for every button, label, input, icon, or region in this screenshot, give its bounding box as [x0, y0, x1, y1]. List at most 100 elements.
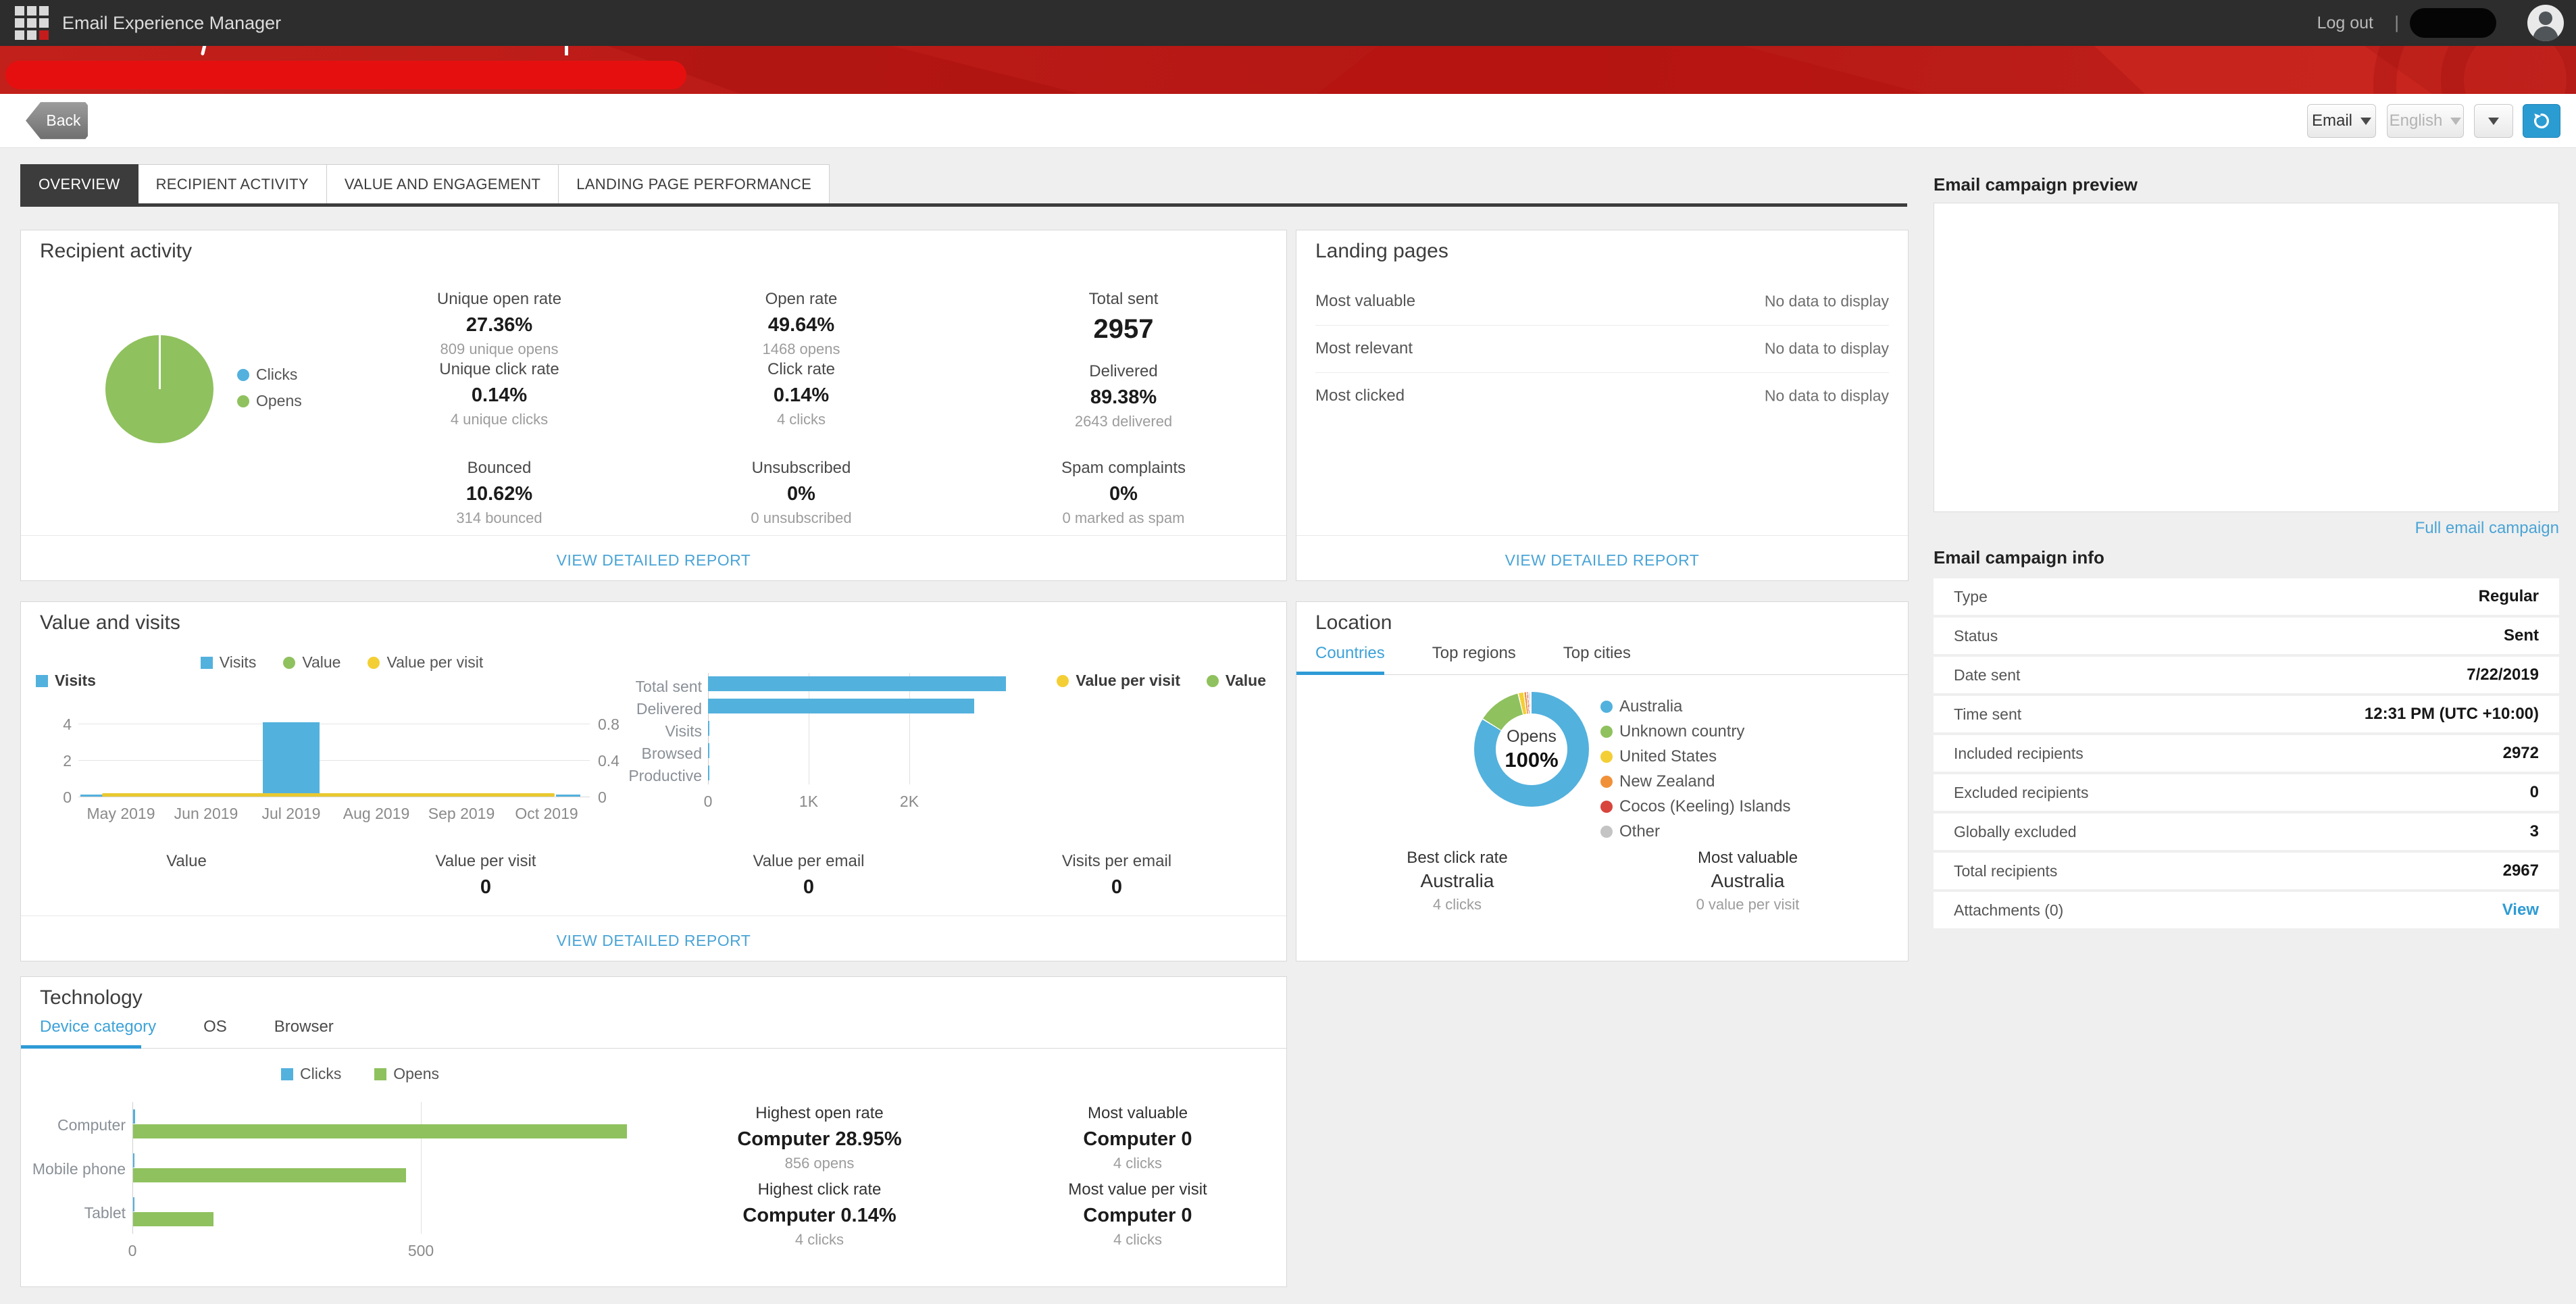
tab-landing-page-performance[interactable]: LANDING PAGE PERFORMANCE — [559, 164, 830, 203]
full-email-campaign-link[interactable]: Full email campaign — [2415, 519, 2559, 538]
legend-label: Visits — [220, 653, 257, 671]
avatar[interactable] — [2527, 5, 2564, 41]
legend-dot — [1600, 726, 1613, 738]
info-row-status: StatusSent — [1934, 618, 2559, 654]
stat-value-per-email: Value per email 0 — [753, 852, 865, 899]
opens-legend-dot — [237, 395, 249, 407]
legend-label: Opens — [256, 392, 302, 409]
legend-label: Value — [302, 653, 340, 671]
toolbar: Back Email English — [0, 94, 2576, 148]
technology-panel: Technology Device category OS Browser Cl… — [20, 976, 1287, 1287]
back-button[interactable]: Back — [26, 101, 88, 140]
y-tick: 2 — [51, 752, 72, 770]
opens-bar-mobile-phone — [133, 1168, 406, 1182]
info-row-time-sent: Time sent12:31 PM (UTC +10:00) — [1934, 696, 2559, 732]
tab-top-regions[interactable]: Top regions — [1432, 644, 1516, 672]
grid-cell — [39, 18, 49, 28]
x-tick: 0 — [704, 793, 713, 811]
stat-highest-open-rate: Highest open rate Computer 28.95% 856 op… — [737, 1104, 901, 1172]
tab-device-category[interactable]: Device category — [40, 1018, 156, 1046]
legend-label: Opens — [393, 1065, 439, 1082]
location-legend: Australia Unknown country United States … — [1600, 697, 1790, 847]
value-and-visits-panel: Value and visits Visits Value Value per … — [20, 601, 1287, 961]
view-detailed-report-link[interactable]: VIEW DETAILED REPORT — [21, 551, 1286, 570]
funnel-label: Delivered — [580, 700, 702, 718]
tab-top-cities[interactable]: Top cities — [1563, 644, 1631, 672]
clipped-title-remnant — [565, 46, 568, 55]
legend-label: Clicks — [256, 366, 297, 383]
username-redacted-pill[interactable] — [2410, 8, 2496, 38]
stat-unsubscribed: Unsubscribed 0% 0 unsubscribed — [751, 459, 851, 527]
logout-link[interactable]: Log out — [2317, 0, 2373, 46]
info-row-total-recipients: Total recipients2967 — [1934, 853, 2559, 889]
chevron-down-icon — [2360, 118, 2371, 125]
category-label: Tablet — [24, 1204, 126, 1222]
legend-dot — [1600, 701, 1613, 713]
visits-line-segment — [556, 795, 580, 797]
banner-facet — [1317, 46, 1925, 94]
email-campaign-info-table: TypeRegular StatusSent Date sent7/22/201… — [1934, 578, 2559, 931]
location-panel: Location Countries Top regions Top citie… — [1296, 601, 1909, 961]
landing-row-most-valuable: Most valuable No data to display — [1315, 278, 1889, 325]
x-tick: May 2019 — [86, 805, 155, 823]
more-actions-dropdown[interactable] — [2474, 104, 2513, 138]
stat-country: Australia — [1407, 870, 1507, 892]
email-dropdown[interactable]: Email — [2307, 104, 2376, 138]
clicks-bar-tablet — [133, 1197, 134, 1211]
legend-label: Value per visit — [386, 653, 483, 671]
attachments-view-link[interactable]: View — [2502, 901, 2539, 920]
value-legend-dot — [283, 657, 295, 669]
email-preview-frame — [1934, 203, 2559, 512]
pie-legend: Clicks Opens — [237, 366, 302, 410]
stat-total-sent: Total sent 2957 — [1089, 290, 1159, 345]
category-label: Computer — [24, 1116, 126, 1134]
tab-overview[interactable]: OVERVIEW — [20, 164, 138, 203]
location-tabs: Countries Top regions Top cities — [1315, 644, 1631, 672]
pie-slice-boundary — [159, 335, 161, 389]
tab-browser[interactable]: Browser — [274, 1018, 334, 1046]
banner-arc — [2441, 46, 2576, 94]
category-label: Mobile phone — [24, 1160, 126, 1178]
panel-title: Landing pages — [1315, 240, 1448, 263]
refresh-button[interactable] — [2523, 104, 2560, 138]
launchpad-grid-icon[interactable] — [15, 6, 49, 40]
panel-title: Technology — [40, 986, 143, 1009]
stat-most-value-per-visit: Most value per visit Computer 0 4 clicks — [1068, 1180, 1207, 1249]
email-campaign-preview-title: Email campaign preview — [1934, 174, 2138, 195]
technology-legend: Clicks Opens — [281, 1065, 439, 1083]
opens-legend-swatch — [374, 1068, 386, 1080]
legend-label: Australia — [1619, 697, 1682, 716]
report-tabs: OVERVIEW RECIPIENT ACTIVITY VALUE AND EN… — [20, 164, 830, 203]
axis-label: Value — [1226, 672, 1266, 689]
view-detailed-report-link[interactable]: VIEW DETAILED REPORT — [21, 932, 1286, 950]
value-per-visit-legend-dot — [368, 657, 380, 669]
stat-most-valuable-country: Most valuable Australia 0 value per visi… — [1696, 849, 1800, 913]
value-chart-legend: Visits Value Value per visit — [72, 653, 612, 672]
grid-cell — [15, 6, 24, 16]
view-detailed-report-link[interactable]: VIEW DETAILED REPORT — [1296, 551, 1908, 570]
tab-value-and-engagement[interactable]: VALUE AND ENGAGEMENT — [327, 164, 559, 203]
visits-bar — [263, 722, 320, 795]
active-tab-indicator — [21, 1045, 141, 1049]
x-tick: 0 — [128, 1242, 137, 1260]
donut-center: Opens 100% — [1496, 713, 1567, 785]
funnel-bar-productive — [708, 766, 709, 780]
legend-label: Cocos (Keeling) Islands — [1619, 797, 1790, 816]
clicks-bar-mobile-phone — [133, 1153, 134, 1168]
location-donut: Opens 100% — [1474, 692, 1589, 807]
app-title: Email Experience Manager — [62, 0, 281, 46]
stat-bounced: Bounced 10.62% 314 bounced — [456, 459, 542, 527]
funnel-bar-visits — [708, 721, 709, 736]
info-row-date-sent: Date sent7/22/2019 — [1934, 657, 2559, 693]
visits-line-segment — [80, 795, 103, 797]
value-per-visit-axis-dot — [1057, 675, 1069, 687]
donut-center-label: Opens — [1496, 727, 1567, 747]
tab-countries[interactable]: Countries — [1315, 644, 1385, 672]
info-row-type: TypeRegular — [1934, 578, 2559, 615]
active-tab-indicator — [1296, 672, 1384, 675]
tab-os[interactable]: OS — [203, 1018, 227, 1046]
tab-recipient-activity[interactable]: RECIPIENT ACTIVITY — [138, 164, 327, 203]
stat-most-valuable-device: Most valuable Computer 0 4 clicks — [1083, 1104, 1192, 1172]
top-bar: Email Experience Manager Log out | — [0, 0, 2576, 46]
x-tick: Sep 2019 — [428, 805, 495, 823]
